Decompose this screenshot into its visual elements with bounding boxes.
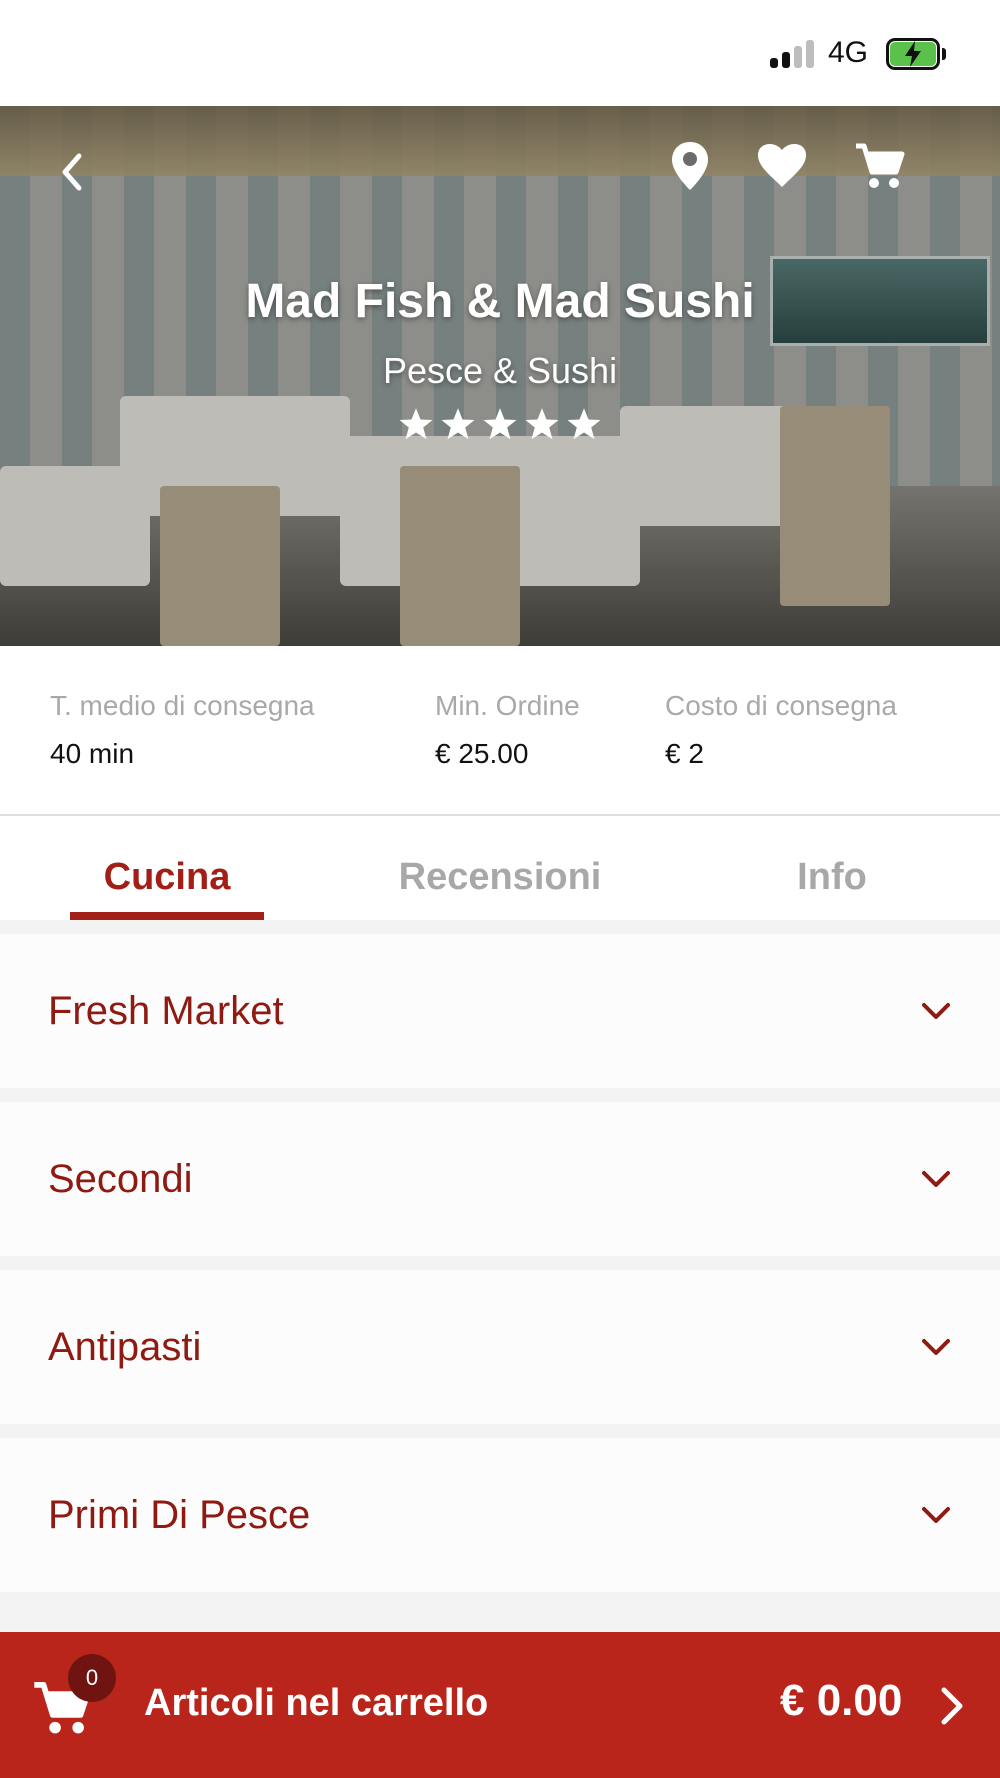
star-icon xyxy=(483,408,517,440)
chevron-down-icon xyxy=(922,1003,950,1019)
cart-header-button[interactable] xyxy=(852,138,908,194)
min-order-info: Min. Ordine € 25.00 xyxy=(435,690,580,770)
delivery-time-value: 40 min xyxy=(50,738,135,769)
location-button[interactable] xyxy=(664,136,716,196)
star-icon xyxy=(399,408,433,440)
delivery-info: T. medio di consegna 40 min Min. Ordine … xyxy=(0,646,1000,816)
delivery-cost-info: Costo di consegna € 2 xyxy=(665,690,897,770)
min-order-label: Min. Ordine xyxy=(435,690,580,721)
restaurant-name: Mad Fish & Mad Sushi xyxy=(245,275,755,328)
tab-info[interactable]: Info xyxy=(700,834,964,920)
chevron-down-icon xyxy=(922,1339,950,1355)
delivery-cost-value: € 2 xyxy=(665,738,704,769)
delivery-time-label: T. medio di consegna xyxy=(50,690,315,721)
category-label: Fresh Market xyxy=(48,988,284,1033)
category-label: Antipasti xyxy=(48,1324,202,1369)
tab-bar: Cucina Recensioni Info xyxy=(0,834,1000,920)
tab-cucina[interactable]: Cucina xyxy=(20,834,314,920)
signal-icon xyxy=(770,40,814,68)
cart-icon xyxy=(856,143,905,188)
cart-total: € 0.00 xyxy=(780,1676,903,1725)
category-primi-di-pesce[interactable]: Primi Di Pesce xyxy=(0,1438,1000,1592)
cart-count-badge: 0 xyxy=(68,1654,116,1702)
min-order-value: € 25.00 xyxy=(435,738,529,769)
category-fresh-market[interactable]: Fresh Market xyxy=(0,934,1000,1088)
chevron-down-icon xyxy=(922,1507,950,1523)
category-label: Primi Di Pesce xyxy=(48,1492,311,1537)
restaurant-hero-image: Mad Fish & Mad Sushi Pesce & Sushi xyxy=(0,106,1000,646)
status-bar: 4G xyxy=(0,0,1000,106)
network-type: 4G xyxy=(828,36,869,69)
restaurant-category: Pesce & Sushi xyxy=(382,350,618,391)
delivery-time-info: T. medio di consegna 40 min xyxy=(50,690,315,770)
chevron-right-icon xyxy=(941,1687,963,1725)
back-button[interactable] xyxy=(46,142,96,202)
category-antipasti[interactable]: Antipasti xyxy=(0,1270,1000,1424)
heart-icon xyxy=(758,144,806,187)
rating-stars xyxy=(0,406,1000,442)
star-icon xyxy=(525,408,559,440)
delivery-cost-label: Costo di consegna xyxy=(665,690,897,721)
cart-bar[interactable]: 0 Articoli nel carrello € 0.00 xyxy=(0,1632,1000,1778)
cart-label: Articoli nel carrello xyxy=(144,1682,489,1724)
star-icon xyxy=(567,408,601,440)
back-icon xyxy=(62,153,82,191)
active-tab-indicator xyxy=(70,912,264,920)
category-label: Secondi xyxy=(48,1156,193,1201)
chevron-down-icon xyxy=(922,1171,950,1187)
favorite-button[interactable] xyxy=(754,138,810,194)
battery-charging-icon xyxy=(886,38,946,70)
star-icon xyxy=(441,408,475,440)
tab-recensioni[interactable]: Recensioni xyxy=(350,834,650,920)
category-secondi[interactable]: Secondi xyxy=(0,1102,1000,1256)
location-pin-icon xyxy=(672,142,708,190)
